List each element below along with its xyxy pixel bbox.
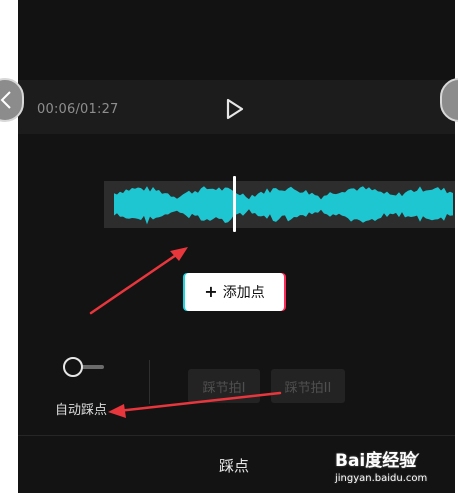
panel-title: 踩点 <box>219 457 250 475</box>
time-display: 00:06/01:27 <box>37 102 119 117</box>
waveform <box>114 186 453 225</box>
waveform-track[interactable] <box>104 181 455 228</box>
phone-screen: 00:06/01:27 + 添加点 自动踩点 踩节拍I 踩节拍II 踩点 ✓ <box>18 0 455 493</box>
preview-area <box>18 0 455 80</box>
baidu-watermark: Bai度经验 jingyan.baidu.com <box>335 446 453 490</box>
add-point-button[interactable]: + 添加点 <box>185 273 284 311</box>
watermark-url: jingyan.baidu.com <box>335 473 428 484</box>
bottom-divider <box>18 435 455 436</box>
auto-beat-toggle[interactable] <box>62 356 106 378</box>
prev-arrow-button[interactable] <box>0 78 24 122</box>
waveform-shape <box>114 186 453 225</box>
play-icon[interactable] <box>224 97 246 121</box>
beat-2-button[interactable]: 踩节拍II <box>271 369 345 403</box>
divider <box>149 360 150 404</box>
auto-beat-label: 自动踩点 <box>55 403 108 418</box>
watermark-logo: Bai度经验 <box>335 451 417 471</box>
chevron-left-icon <box>0 91 11 109</box>
beat-1-button[interactable]: 踩节拍I <box>188 369 260 403</box>
playhead[interactable] <box>233 176 236 232</box>
add-point-label: 添加点 <box>222 285 265 301</box>
plus-icon: + <box>204 282 218 301</box>
